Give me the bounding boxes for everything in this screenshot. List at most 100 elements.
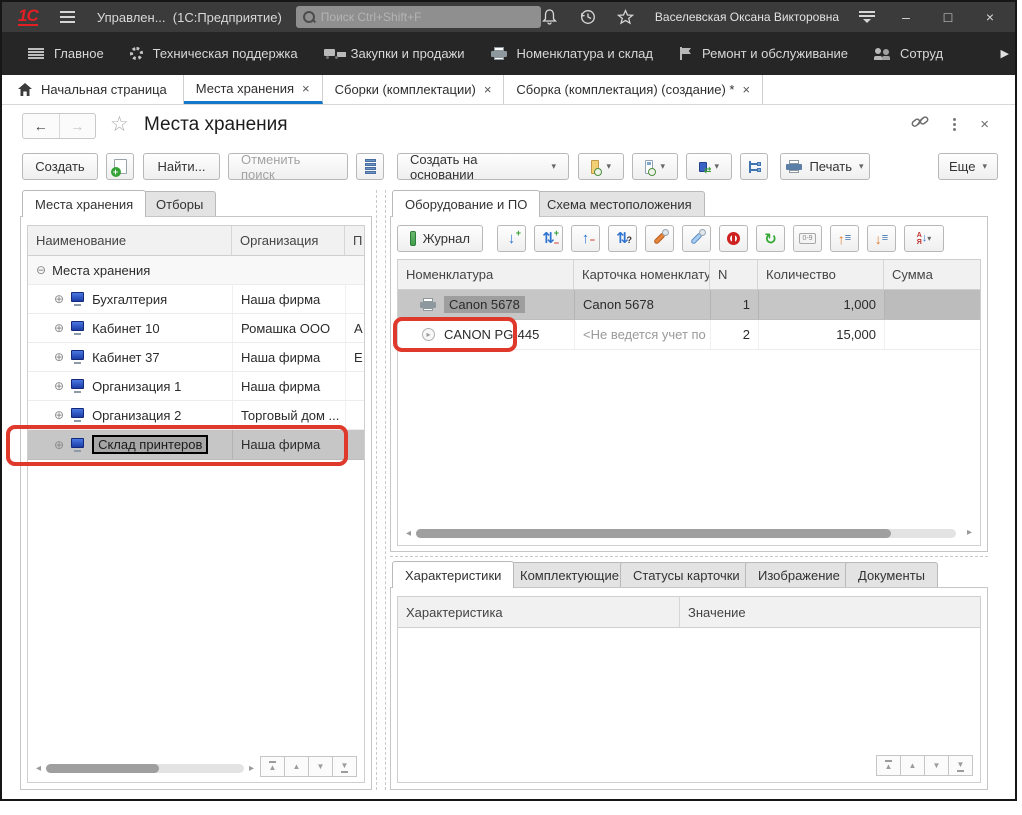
scrollbar-thumb[interactable] [416,529,891,538]
history-icon[interactable] [579,8,597,26]
menu-item-repair-service[interactable]: Ремонт и обслуживание [679,46,848,61]
tab-sborki-komplektacii[interactable]: Сборки (комплектации) × [323,75,505,104]
menu-item-purchases-sales[interactable]: Закупки и продажи [324,46,465,61]
scroll-left-icon[interactable]: ◂ [36,763,41,774]
close-window-button[interactable]: × [979,9,1001,25]
bottom-tab-image[interactable]: Изображение [745,562,853,588]
go-last-row-button[interactable]: ▼ [948,755,973,776]
menu-overflow-chevron-icon[interactable]: ▶ [1001,47,1009,60]
tree-root-row[interactable]: ⊖ Места хранения [28,256,364,285]
close-tab-icon[interactable]: × [484,82,492,97]
right-tab-equipment[interactable]: Оборудование и ПО [392,190,540,217]
remove-item-button[interactable]: ↑− [571,225,600,252]
go-next-row-button[interactable]: ▼ [924,755,949,776]
add-to-favorites-star-icon[interactable]: ☆ [110,112,129,137]
scroll-right-icon[interactable]: ▸ [967,527,972,538]
move-down-button[interactable]: ↓≡ [867,225,896,252]
go-prev-row-button[interactable]: ▲ [284,756,309,777]
cancel-search-button[interactable]: Отменить поиск [228,153,348,180]
more-actions-button[interactable]: Еще▾ [938,153,998,180]
accept-item-button[interactable]: ↓+ [497,225,526,252]
create-group-button[interactable]: + [106,153,134,180]
current-user-name[interactable]: Васелевская Оксана Викторовна [655,10,839,24]
go-last-row-button[interactable]: ▼ [332,756,357,777]
create-button[interactable]: Создать [22,153,98,180]
bottom-tab-components[interactable]: Комплектующие [507,562,632,588]
bottom-tab-characteristics[interactable]: Характеристики [392,561,514,588]
refresh-button[interactable]: ↻ [756,225,785,252]
close-tab-icon[interactable]: × [302,81,310,96]
list-view-mode-button[interactable] [356,153,384,180]
column-header-characteristic[interactable]: Характеристика [398,597,680,627]
expand-icon[interactable]: ⊕ [54,292,64,306]
create-based-on-button[interactable]: Создать на основании▾ [397,153,569,180]
go-next-row-button[interactable]: ▼ [308,756,333,777]
column-header-p[interactable]: П [345,226,364,255]
menu-item-employees[interactable]: Сотруд [874,46,943,61]
print-button[interactable]: Печать▾ [780,153,870,180]
tab-home-page[interactable]: Начальная страница [2,75,184,104]
scroll-right-icon[interactable]: ▸ [249,763,254,774]
inventory-numbers-button[interactable]: 0-9 [793,225,822,252]
minimize-button[interactable]: – [895,9,917,25]
bottom-tab-documents[interactable]: Документы [845,562,938,588]
tasks-dropdown-button[interactable]: ▾ [578,153,624,180]
tree-row-buhgalteriya[interactable]: ⊕ Бухгалтерия Наша фирма [28,285,364,314]
left-tab-filters[interactable]: Отборы [143,191,216,217]
column-header-value[interactable]: Значение [680,597,980,627]
panel-splitter[interactable] [376,190,386,790]
find-button[interactable]: Найти... [143,153,220,180]
column-header-organization[interactable]: Организация [232,226,345,255]
right-tab-location-scheme[interactable]: Схема местоположения [534,191,705,217]
hierarchy-view-button[interactable] [740,153,768,180]
column-header-sum[interactable]: Сумма [884,260,980,289]
stop-status-button[interactable] [719,225,748,252]
tree-row-kabinet-37[interactable]: ⊕ Кабинет 37 Наша фирма Е [28,343,364,372]
tree-row-sklad-printerov-selected[interactable]: ⊕ Склад принтеров Наша фирма [28,430,364,460]
menu-item-nomenclature-warehouse[interactable]: Номенклатура и склад [491,46,653,61]
exchange-dropdown-button[interactable]: ⇄ ▾ [686,153,732,180]
scroll-left-icon[interactable]: ◂ [406,528,411,539]
expand-icon[interactable]: ⊕ [54,379,64,393]
equipment-horizontal-scrollbar[interactable]: ◂ [406,528,956,539]
tree-row-organizaciya-2[interactable]: ⊕ Организация 2 Торговый дом ... [28,401,364,430]
go-first-row-button[interactable]: ▲ [876,755,901,776]
get-link-icon[interactable] [911,115,929,134]
collapse-icon[interactable]: ⊖ [36,263,46,277]
column-header-n[interactable]: N [710,260,758,289]
left-tab-storage-locations[interactable]: Места хранения [22,190,146,217]
menu-item-tech-support[interactable]: Техническая поддержка [130,46,298,61]
service-settings-icon[interactable] [859,11,875,23]
go-first-row-button[interactable]: ▲ [260,756,285,777]
expand-icon[interactable]: ⊕ [54,321,64,335]
move-up-button[interactable]: ↑≡ [830,225,859,252]
expand-icon[interactable]: ⊕ [54,350,64,364]
journal-button[interactable]: Журнал [397,225,483,252]
move-add-remove-button[interactable]: ⇅+− [534,225,563,252]
form-menu-kebab-icon[interactable] [951,116,958,133]
forward-button[interactable]: → [60,114,96,138]
close-tab-icon[interactable]: × [743,82,751,97]
favorites-star-icon[interactable] [617,8,635,26]
horizontal-splitter[interactable] [390,556,988,557]
expand-icon[interactable]: ⊕ [54,408,64,422]
sort-button[interactable]: АЯ ↓ ▾ [904,225,944,252]
main-menu-icon[interactable] [60,11,75,23]
blue-marker-button[interactable] [682,225,711,252]
menu-item-glavnoe[interactable]: Главное [28,46,104,61]
tab-sborka-sozdanie[interactable]: Сборка (комплектация) (создание) * × [504,75,763,104]
column-header-card[interactable]: Карточка номенклатуры [574,260,710,289]
scrollbar-thumb[interactable] [46,764,159,773]
bottom-tab-card-statuses[interactable]: Статусы карточки [620,562,753,588]
tree-row-organizaciya-1[interactable]: ⊕ Организация 1 Наша фирма [28,372,364,401]
global-search-input[interactable]: Поиск Ctrl+Shift+F [296,6,541,28]
go-prev-row-button[interactable]: ▲ [900,755,925,776]
orange-marker-button[interactable] [645,225,674,252]
column-header-quantity[interactable]: Количество [758,260,884,289]
back-button[interactable]: ← [23,114,60,138]
move-question-button[interactable]: ⇅? [608,225,637,252]
tree-horizontal-scrollbar[interactable]: ◂ ▸ [36,763,254,774]
equipment-row-canon-pg445[interactable]: ▸ CANON PG-445 <Не ведется учет по ... 2… [398,320,980,350]
maximize-button[interactable]: □ [937,9,959,25]
notifications-bell-icon[interactable] [541,8,559,26]
